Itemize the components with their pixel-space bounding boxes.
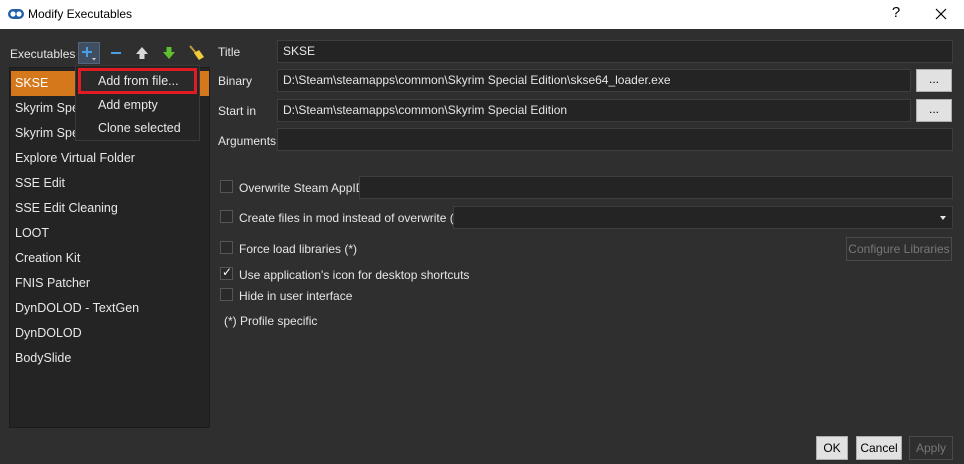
list-item[interactable]: FNIS Patcher xyxy=(11,271,209,296)
title-bar: Modify Executables ? xyxy=(0,0,964,29)
plus-icon xyxy=(82,47,96,61)
use-icon-label: Use application's icon for desktop short… xyxy=(239,268,470,282)
arguments-label: Arguments xyxy=(218,134,277,148)
arguments-input[interactable] xyxy=(277,128,953,151)
mod-select[interactable] xyxy=(453,206,953,229)
apply-button[interactable]: Apply xyxy=(909,436,953,460)
browse-binary-button[interactable]: ... xyxy=(916,69,952,92)
chevron-down-icon xyxy=(940,216,946,220)
close-icon[interactable] xyxy=(929,4,953,24)
menu-item-add-from-file[interactable]: Add from file... xyxy=(98,74,179,88)
list-item[interactable]: Explore Virtual Folder xyxy=(11,146,209,171)
start-in-label: Start in xyxy=(218,104,257,118)
title-label: Title xyxy=(218,45,241,59)
title-input[interactable]: SKSE xyxy=(277,40,953,63)
minus-icon xyxy=(111,52,121,54)
help-button[interactable]: ? xyxy=(888,4,904,21)
browse-start-in-button[interactable]: ... xyxy=(916,99,952,122)
hide-ui-checkbox[interactable] xyxy=(220,288,233,301)
move-down-button[interactable] xyxy=(159,43,179,63)
cancel-button[interactable]: Cancel xyxy=(856,436,902,460)
menu-item-add-empty[interactable]: Add empty xyxy=(98,98,158,112)
menu-item-clone-selected[interactable]: Clone selected xyxy=(98,121,181,135)
list-item[interactable]: LOOT xyxy=(11,221,209,246)
executables-label: Executables xyxy=(10,47,76,61)
clear-button[interactable] xyxy=(186,43,206,63)
mo2-app-icon xyxy=(8,9,24,19)
move-up-button[interactable] xyxy=(132,43,152,63)
remove-executable-button[interactable] xyxy=(106,43,126,63)
list-item[interactable]: Creation Kit xyxy=(11,246,209,271)
force-load-checkbox[interactable] xyxy=(220,241,233,254)
profile-note: (*) Profile specific xyxy=(224,314,318,328)
list-item[interactable]: SSE Edit xyxy=(11,171,209,196)
hide-ui-label: Hide in user interface xyxy=(239,289,353,303)
arrow-down-icon xyxy=(163,47,175,59)
start-in-input[interactable]: D:\Steam\steamapps\common\Skyrim Special… xyxy=(277,99,911,122)
binary-input[interactable]: D:\Steam\steamapps\common\Skyrim Special… xyxy=(277,69,911,92)
add-executable-button[interactable] xyxy=(78,42,100,64)
force-load-label: Force load libraries (*) xyxy=(239,242,358,256)
overwrite-appid-label: Overwrite Steam AppID xyxy=(239,181,365,195)
list-item[interactable]: BodySlide xyxy=(11,346,209,371)
broom-icon xyxy=(189,45,204,60)
list-item[interactable]: SSE Edit Cleaning xyxy=(11,196,209,221)
use-icon-checkbox[interactable] xyxy=(220,265,233,280)
overwrite-appid-checkbox[interactable] xyxy=(220,180,233,193)
window-title: Modify Executables xyxy=(28,7,133,21)
add-dropdown-menu: Add from file... Add empty Clone selecte… xyxy=(75,65,200,141)
arrow-up-icon xyxy=(136,47,148,59)
list-item[interactable]: DynDOLOD xyxy=(11,321,209,346)
create-files-checkbox[interactable] xyxy=(220,210,233,223)
create-files-label: Create files in mod instead of overwrite… xyxy=(239,211,463,225)
steam-appid-input[interactable] xyxy=(359,176,953,199)
configure-libraries-button[interactable]: Configure Libraries xyxy=(846,237,952,261)
binary-label: Binary xyxy=(218,74,253,88)
ok-button[interactable]: OK xyxy=(816,436,848,460)
list-item[interactable]: DynDOLOD - TextGen xyxy=(11,296,209,321)
